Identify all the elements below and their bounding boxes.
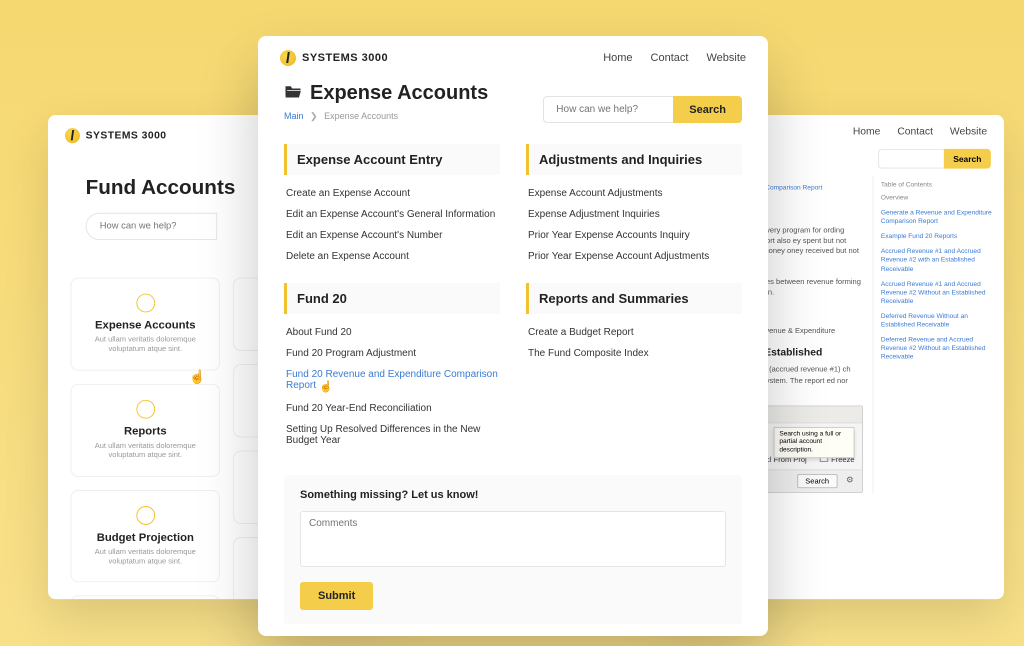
article-link[interactable]: Prior Year Expense Account Adjustments [528,246,740,267]
logo-icon [280,50,296,66]
pointer-cursor-icon: ☝ [319,380,333,393]
search-input[interactable] [86,213,218,240]
chart-icon [136,506,155,525]
nav-home[interactable]: Home [603,52,632,64]
search-tooltip: Search using a full or partial account d… [774,427,855,458]
chevron-right-icon: ❯ [310,111,318,121]
card-inquiry[interactable]: Inquiry Aut ullam veritatis doloremque v… [71,596,220,599]
article-link[interactable]: Edit an Expense Account's Number [286,225,498,246]
card-desc: Aut ullam veritatis doloremque voluptatu… [81,335,210,355]
article-link[interactable]: Edit an Expense Account's General Inform… [286,204,498,225]
page-title-text: Expense Accounts [310,82,488,105]
folder-open-icon [284,84,302,104]
search-button[interactable]: Search [944,149,991,169]
section-head-adjustments: Adjustments and Inquiries [526,144,742,175]
nav-contact[interactable]: Contact [897,126,933,137]
article-link[interactable]: The Fund Composite Index [528,343,740,364]
nav-links: Home Contact Website [853,126,987,137]
article-link-hovered[interactable]: Fund 20 Revenue and Expenditure Comparis… [286,364,498,398]
link-list: Create a Budget Report The Fund Composit… [526,322,742,380]
nav-contact[interactable]: Contact [651,52,689,64]
dollar-icon [136,294,155,313]
crumb-current: Expense Accounts [324,111,398,121]
table-of-contents: Table of Contents Overview Generate a Re… [872,176,994,493]
toc-link[interactable]: Deferred Revenue and Accrued Revenue #2 … [881,336,995,362]
feedback-comments-input[interactable] [300,511,726,567]
article-link[interactable]: Fund 20 Program Adjustment [286,343,498,364]
feedback-title: Something missing? Let us know! [300,489,726,501]
toc-link[interactable]: Accrued Revenue #1 and Accrued Revenue #… [881,280,995,306]
toc-link[interactable]: Accrued Revenue #1 and Accrued Revenue #… [881,248,995,274]
gear-icon[interactable]: ⚙ [843,474,856,488]
card-expense-accounts[interactable]: Expense Accounts Aut ullam veritatis dol… [71,278,220,371]
article-link[interactable]: Expense Adjustment Inquiries [528,204,740,225]
feedback-box: Something missing? Let us know! Submit [284,475,742,624]
card-desc: Aut ullam veritatis doloremque voluptatu… [81,547,210,567]
link-list: About Fund 20 Fund 20 Program Adjustment… [284,322,500,467]
link-list: Expense Account Adjustments Expense Adju… [526,183,742,283]
article-link[interactable]: Prior Year Expense Accounts Inquiry [528,225,740,246]
card-title: Expense Accounts [81,318,210,331]
nav-website[interactable]: Website [706,52,746,64]
card-title: Reports [81,424,210,437]
search-input[interactable] [878,149,944,169]
nav-links: Home Contact Website [603,52,746,64]
toc-link[interactable]: Generate a Revenue and Expenditure Compa… [881,209,995,226]
brand-text: SYSTEMS 3000 [86,130,167,141]
brand-text: SYSTEMS 3000 [302,52,388,64]
main-window-expense-accounts: SYSTEMS 3000 Home Contact Website Expens… [258,36,768,636]
search-bar: Search [543,96,742,123]
card-budget-projection[interactable]: Budget Projection Aut ullam veritatis do… [71,490,220,583]
nav-home[interactable]: Home [853,126,881,137]
toc-link[interactable]: Overview [881,194,995,203]
crumb-main[interactable]: Main [284,111,304,121]
feedback-submit-button[interactable]: Submit [300,582,373,610]
card-title: Budget Projection [81,530,210,543]
logo-icon [65,128,80,143]
search-input[interactable] [543,96,673,123]
brand: SYSTEMS 3000 [65,128,167,143]
article-link[interactable]: Create a Budget Report [528,322,740,343]
toc-link[interactable]: Example Fund 20 Reports [881,233,995,242]
search-button[interactable]: Search [673,96,742,123]
section-head-expense-account-entry: Expense Account Entry [284,144,500,175]
printer-icon [136,400,155,419]
pointer-cursor-icon: ☝ [189,369,205,385]
article-link[interactable]: Setting Up Resolved Differences in the N… [286,419,498,451]
toc-link[interactable]: Deferred Revenue Without an Established … [881,312,995,329]
card-reports[interactable]: Reports Aut ullam veritatis doloremque v… [71,384,220,477]
section-head-fund-20: Fund 20 [284,283,500,314]
article-link[interactable]: Fund 20 Year-End Reconciliation [286,398,498,419]
link-list: Create an Expense Account Edit an Expens… [284,183,500,283]
section-head-reports: Reports and Summaries [526,283,742,314]
nav-bar: SYSTEMS 3000 Home Contact Website [258,36,768,76]
card-desc: Aut ullam veritatis doloremque voluptatu… [81,441,210,461]
toc-heading: Table of Contents [881,182,995,189]
article-link[interactable]: Delete an Expense Account [286,246,498,267]
nav-website[interactable]: Website [950,126,987,137]
article-link[interactable]: Create an Expense Account [286,183,498,204]
article-link[interactable]: Expense Account Adjustments [528,183,740,204]
panel-search-button[interactable]: Search [797,474,838,488]
article-link[interactable]: About Fund 20 [286,322,498,343]
page-title: Expense Accounts [284,82,488,105]
brand[interactable]: SYSTEMS 3000 [280,50,388,66]
